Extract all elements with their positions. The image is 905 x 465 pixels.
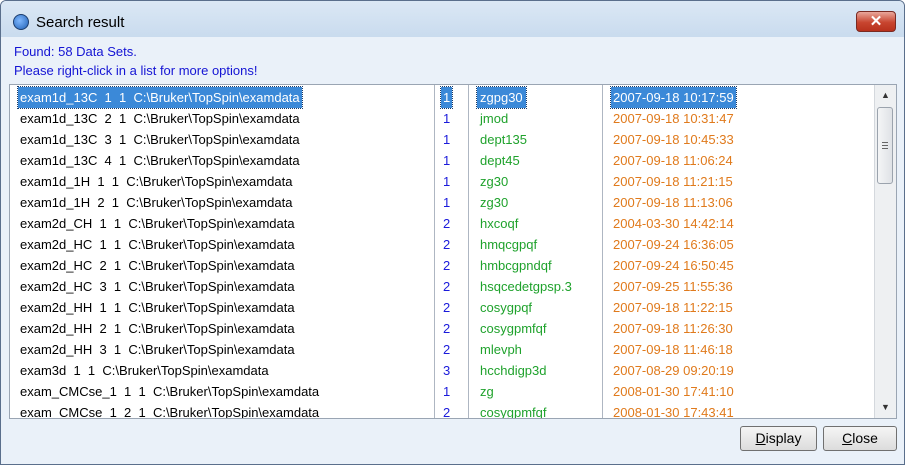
date-cell[interactable]: 2007-08-29 09:20:19 xyxy=(611,360,736,381)
dataset-row[interactable]: exam2d_HH 3 1 C:\Bruker\TopSpin\examdata xyxy=(18,339,297,360)
right-click-hint-text: Please right-click in a list for more op… xyxy=(14,63,258,78)
dimension-cell[interactable]: 1 xyxy=(443,150,450,171)
vertical-scrollbar[interactable]: ▲ ▼ xyxy=(874,85,896,418)
topspin-app-icon xyxy=(13,14,29,30)
dataset-path-list[interactable]: exam1d_13C 1 1 C:\Bruker\TopSpin\examdat… xyxy=(10,85,434,418)
close-icon: ✕ xyxy=(869,13,883,30)
dimension-cell[interactable]: 1 xyxy=(443,192,450,213)
pulse-program-cell[interactable]: zg xyxy=(477,381,497,402)
date-cell[interactable]: 2008-01-30 17:43:41 xyxy=(611,402,736,418)
dimension-cell[interactable]: 2 xyxy=(443,276,450,297)
close-button-mnemonic: C xyxy=(842,430,853,446)
date-cell[interactable]: 2007-09-18 11:13:06 xyxy=(611,192,735,213)
dataset-row[interactable]: exam2d_HC 1 1 C:\Bruker\TopSpin\examdata xyxy=(18,234,297,255)
dataset-row[interactable]: exam_CMCse_1 1 1 C:\Bruker\TopSpin\examd… xyxy=(18,381,321,402)
grip-line xyxy=(882,145,888,146)
pulse-program-cell[interactable]: mlevph xyxy=(477,339,525,360)
display-button-mnemonic: D xyxy=(755,430,766,446)
display-button-label: isplay xyxy=(765,430,802,446)
dataset-row[interactable]: exam2d_HH 1 1 C:\Bruker\TopSpin\examdata xyxy=(18,297,297,318)
dataset-row[interactable]: exam2d_HC 3 1 C:\Bruker\TopSpin\examdata xyxy=(18,276,297,297)
pulse-program-cell[interactable]: dept45 xyxy=(477,150,523,171)
found-count-text: Found: 58 Data Sets. xyxy=(14,44,137,59)
dataset-row[interactable]: exam1d_13C 3 1 C:\Bruker\TopSpin\examdat… xyxy=(18,129,302,150)
date-cell[interactable]: 2007-09-18 10:17:59 xyxy=(610,86,737,109)
scroll-up-arrow-icon[interactable]: ▲ xyxy=(875,87,896,104)
date-list[interactable]: 2007-09-18 10:17:59 2007-09-18 10:31:47 20… xyxy=(602,85,875,418)
close-button[interactable]: Close xyxy=(823,426,897,451)
dimension-cell[interactable]: 1 xyxy=(443,108,450,129)
dimension-cell[interactable]: 1 xyxy=(443,129,450,150)
scroll-thumb[interactable] xyxy=(877,107,893,184)
grip-line xyxy=(882,148,888,149)
date-cell[interactable]: 2008-01-30 17:41:10 xyxy=(611,381,736,402)
dimension-cell[interactable]: 2 xyxy=(443,255,450,276)
scroll-down-arrow-icon[interactable]: ▼ xyxy=(875,399,896,416)
window-title: Search result xyxy=(36,14,125,31)
dataset-row[interactable]: exam2d_CH 1 1 C:\Bruker\TopSpin\examdata xyxy=(18,213,297,234)
pulse-program-cell[interactable]: zgpg30 xyxy=(476,86,527,109)
close-button-label: lose xyxy=(852,430,878,446)
date-cell[interactable]: 2007-09-18 10:45:33 xyxy=(611,129,736,150)
dataset-row[interactable]: exam3d 1 1 C:\Bruker\TopSpin\examdata xyxy=(18,360,271,381)
pulse-program-cell[interactable]: cosygpqf xyxy=(477,297,535,318)
window-close-button[interactable]: ✕ xyxy=(856,11,896,32)
results-list-panel: exam1d_13C 1 1 C:\Bruker\TopSpin\examdat… xyxy=(9,84,897,419)
date-cell[interactable]: 2007-09-24 16:50:45 xyxy=(611,255,736,276)
dataset-row[interactable]: exam1d_1H 2 1 C:\Bruker\TopSpin\examdata xyxy=(18,192,294,213)
date-cell[interactable]: 2007-09-18 11:21:15 xyxy=(611,171,735,192)
dataset-row[interactable]: exam2d_HC 2 1 C:\Bruker\TopSpin\examdata xyxy=(18,255,297,276)
search-result-dialog: Search result ✕ Found: 58 Data Sets. Ple… xyxy=(0,0,905,465)
date-cell[interactable]: 2007-09-18 11:26:30 xyxy=(611,318,735,339)
pulse-program-cell[interactable]: hsqcedetgpsp.3 xyxy=(477,276,575,297)
pulse-program-cell[interactable]: zg30 xyxy=(477,171,511,192)
date-cell[interactable]: 2007-09-25 11:55:36 xyxy=(611,276,735,297)
date-cell[interactable]: 2004-03-30 14:42:14 xyxy=(611,213,736,234)
pulse-program-cell[interactable]: hmbcgpndqf xyxy=(477,255,555,276)
pulse-program-cell[interactable]: cosygpmfqf xyxy=(477,402,549,418)
dimension-cell[interactable]: 2 xyxy=(443,213,450,234)
pulse-program-cell[interactable]: dept135 xyxy=(477,129,530,150)
dimension-cell[interactable]: 2 xyxy=(443,402,450,418)
pulse-program-cell[interactable]: hcchdigp3d xyxy=(477,360,550,381)
pulse-program-cell[interactable]: jmod xyxy=(477,108,511,129)
pulse-program-cell[interactable]: zg30 xyxy=(477,192,511,213)
dataset-row[interactable]: exam1d_13C 1 1 C:\Bruker\TopSpin\examdat… xyxy=(17,86,303,109)
grip-line xyxy=(882,142,888,143)
dimension-cell[interactable]: 1 xyxy=(443,171,450,192)
dataset-row[interactable]: exam_CMCse_1 2 1 C:\Bruker\TopSpin\examd… xyxy=(18,402,321,418)
display-button[interactable]: Display xyxy=(740,426,817,451)
pulse-program-cell[interactable]: hxcoqf xyxy=(477,213,521,234)
dataset-row[interactable]: exam2d_HH 2 1 C:\Bruker\TopSpin\examdata xyxy=(18,318,297,339)
pulse-program-cell[interactable]: hmqcgpqf xyxy=(477,234,540,255)
date-cell[interactable]: 2007-09-24 16:36:05 xyxy=(611,234,736,255)
date-cell[interactable]: 2007-09-18 11:46:18 xyxy=(611,339,735,360)
dimension-cell[interactable]: 1 xyxy=(443,381,450,402)
dimension-cell[interactable]: 2 xyxy=(443,318,450,339)
dimension-cell[interactable]: 3 xyxy=(443,360,450,381)
dataset-row[interactable]: exam1d_13C 4 1 C:\Bruker\TopSpin\examdat… xyxy=(18,150,302,171)
dimension-cell[interactable]: 2 xyxy=(443,234,450,255)
pulse-program-cell[interactable]: cosygpmfqf xyxy=(477,318,549,339)
title-bar: Search result ✕ xyxy=(1,1,904,37)
pulse-program-list[interactable]: zgpg30 jmod dept135 dept45 zg30 zg30 hxcoqf hmq… xyxy=(468,85,603,418)
dimension-cell[interactable]: 2 xyxy=(443,339,450,360)
dataset-row[interactable]: exam1d_13C 2 1 C:\Bruker\TopSpin\examdat… xyxy=(18,108,302,129)
date-cell[interactable]: 2007-09-18 11:22:15 xyxy=(611,297,735,318)
date-cell[interactable]: 2007-09-18 11:06:24 xyxy=(611,150,735,171)
date-cell[interactable]: 2007-09-18 10:31:47 xyxy=(611,108,736,129)
dataset-row[interactable]: exam1d_1H 1 1 C:\Bruker\TopSpin\examdata xyxy=(18,171,294,192)
dimension-cell[interactable]: 2 xyxy=(443,297,450,318)
dimension-list[interactable]: 1111112222222312 xyxy=(434,85,469,418)
dimension-cell[interactable]: 1 xyxy=(439,86,454,109)
